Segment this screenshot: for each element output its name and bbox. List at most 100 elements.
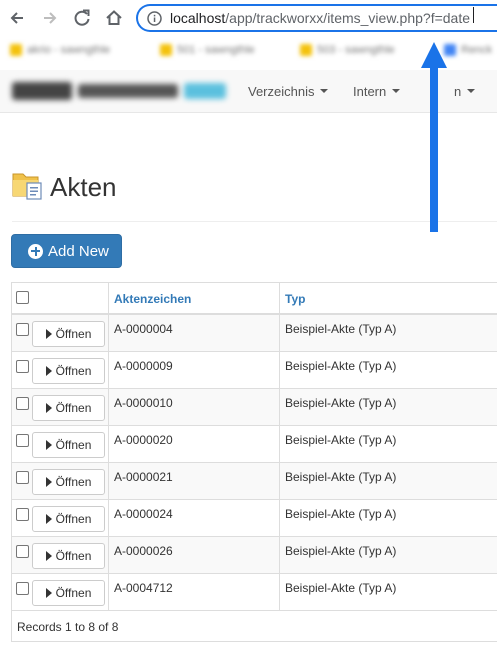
- typ-value: Beispiel-Akte (Typ A): [285, 544, 397, 558]
- sort-typ-link[interactable]: Typ: [285, 292, 305, 306]
- open-button[interactable]: Öffnen: [32, 395, 105, 421]
- bookmark-label: Renck: [461, 44, 493, 56]
- play-icon: [45, 329, 52, 339]
- sort-aktenzeichen-link[interactable]: Aktenzeichen: [114, 292, 191, 306]
- row-actions-cell: Öffnen: [12, 537, 109, 573]
- typ-cell: Beispiel-Akte (Typ A): [280, 574, 497, 610]
- open-label: Öffnen: [55, 512, 92, 526]
- address-bar[interactable]: localhost/app/trackworxx/items_view.php?…: [136, 4, 497, 32]
- aktenzeichen-cell: A-0000004: [109, 315, 280, 351]
- select-all-checkbox[interactable]: [16, 291, 29, 304]
- table-row: Öffnen A-0000021 Beispiel-Akte (Typ A): [12, 463, 497, 500]
- records-count: Records 1 to 8 of 8: [17, 620, 119, 634]
- open-label: Öffnen: [55, 586, 92, 600]
- caret-down-icon: [392, 89, 401, 93]
- row-checkbox[interactable]: [16, 471, 29, 484]
- bookmark-item[interactable]: 503 - sawngthle: [300, 43, 395, 57]
- typ-value: Beispiel-Akte (Typ A): [285, 581, 397, 595]
- aktenzeichen-value: A-0000010: [114, 396, 173, 410]
- open-button[interactable]: Öffnen: [32, 506, 105, 532]
- typ-cell: Beispiel-Akte (Typ A): [280, 315, 497, 351]
- table-footer: Records 1 to 8 of 8: [12, 611, 497, 642]
- aktenzeichen-value: A-0004712: [114, 581, 173, 595]
- row-checkbox[interactable]: [16, 545, 29, 558]
- records-table: Aktenzeichen Typ Öffnen A-0000004 Beispiel…: [11, 282, 497, 642]
- open-label: Öffnen: [55, 475, 92, 489]
- typ-cell: Beispiel-Akte (Typ A): [280, 500, 497, 536]
- open-label: Öffnen: [55, 549, 92, 563]
- row-actions-cell: Öffnen: [12, 574, 109, 610]
- play-icon: [45, 440, 52, 450]
- open-label: Öffnen: [55, 438, 92, 452]
- nav-menu-verzeichnis[interactable]: Verzeichnis: [248, 70, 329, 112]
- aktenzeichen-value: A-0000026: [114, 544, 173, 558]
- row-checkbox[interactable]: [16, 582, 29, 595]
- typ-value: Beispiel-Akte (Typ A): [285, 433, 397, 447]
- open-button[interactable]: Öffnen: [32, 580, 105, 606]
- annotation-arrow-icon: [421, 42, 447, 237]
- table-row: Öffnen A-0004712 Beispiel-Akte (Typ A): [12, 574, 497, 611]
- info-icon[interactable]: [147, 11, 162, 31]
- row-checkbox[interactable]: [16, 323, 29, 336]
- typ-value: Beispiel-Akte (Typ A): [285, 396, 397, 410]
- back-arrow-icon[interactable]: [5, 6, 29, 30]
- nav-menu-label: Intern: [353, 83, 387, 99]
- table-row: Öffnen A-0000004 Beispiel-Akte (Typ A): [12, 315, 497, 352]
- caret-down-icon: [320, 89, 329, 93]
- play-icon: [45, 551, 52, 561]
- typ-cell: Beispiel-Akte (Typ A): [280, 426, 497, 462]
- row-checkbox[interactable]: [16, 397, 29, 410]
- header-aktenzeichen: Aktenzeichen: [109, 283, 280, 313]
- typ-cell: Beispiel-Akte (Typ A): [280, 537, 497, 573]
- brand-logo[interactable]: [4, 78, 236, 104]
- table-header-row: Aktenzeichen Typ: [12, 283, 497, 315]
- play-icon: [45, 366, 52, 376]
- home-icon[interactable]: [102, 6, 126, 30]
- bookmark-item[interactable]: 501 - sawngthle: [160, 43, 255, 57]
- typ-cell: Beispiel-Akte (Typ A): [280, 352, 497, 388]
- row-actions-cell: Öffnen: [12, 463, 109, 499]
- table-row: Öffnen A-0000009 Beispiel-Akte (Typ A): [12, 352, 497, 389]
- nav-menu-intern[interactable]: Intern: [353, 70, 401, 112]
- row-checkbox[interactable]: [16, 508, 29, 521]
- add-new-button[interactable]: Add New: [11, 234, 122, 268]
- page-header: Akten: [12, 170, 117, 205]
- aktenzeichen-value: A-0000020: [114, 433, 173, 447]
- nav-menu-label: Verzeichnis: [248, 83, 315, 99]
- open-label: Öffnen: [55, 364, 92, 378]
- open-label: Öffnen: [55, 327, 92, 341]
- aktenzeichen-value: A-0000004: [114, 322, 173, 336]
- text-caret: [473, 7, 474, 23]
- open-button[interactable]: Öffnen: [32, 321, 105, 347]
- aktenzeichen-cell: A-0004712: [109, 574, 280, 610]
- aktenzeichen-cell: A-0000020: [109, 426, 280, 462]
- row-actions-cell: Öffnen: [12, 426, 109, 462]
- bookmark-item[interactable]: Renck: [444, 43, 492, 57]
- reload-icon[interactable]: [70, 6, 94, 30]
- play-icon: [45, 403, 52, 413]
- row-actions-cell: Öffnen: [12, 500, 109, 536]
- open-button[interactable]: Öffnen: [32, 469, 105, 495]
- nav-menu-third[interactable]: n: [454, 70, 476, 112]
- open-button[interactable]: Öffnen: [32, 432, 105, 458]
- row-checkbox[interactable]: [16, 434, 29, 447]
- aktenzeichen-cell: A-0000026: [109, 537, 280, 573]
- open-button[interactable]: Öffnen: [32, 543, 105, 569]
- play-icon: [45, 477, 52, 487]
- open-button[interactable]: Öffnen: [32, 358, 105, 384]
- typ-value: Beispiel-Akte (Typ A): [285, 322, 397, 336]
- bookmark-icon: [10, 44, 22, 56]
- header-select-cell: [12, 283, 109, 313]
- aktenzeichen-cell: A-0000021: [109, 463, 280, 499]
- open-label: Öffnen: [55, 401, 92, 415]
- url-host: localhost: [170, 10, 226, 26]
- table-row: Öffnen A-0000024 Beispiel-Akte (Typ A): [12, 500, 497, 537]
- typ-value: Beispiel-Akte (Typ A): [285, 507, 397, 521]
- browser-toolbar: localhost/app/trackworxx/items_view.php?…: [0, 0, 497, 36]
- forward-arrow-icon[interactable]: [38, 6, 62, 30]
- table-row: Öffnen A-0000020 Beispiel-Akte (Typ A): [12, 426, 497, 463]
- row-checkbox[interactable]: [16, 360, 29, 373]
- header-typ: Typ: [280, 283, 497, 313]
- bookmark-item[interactable]: akrio - sawngthle: [10, 43, 110, 57]
- aktenzeichen-cell: A-0000010: [109, 389, 280, 425]
